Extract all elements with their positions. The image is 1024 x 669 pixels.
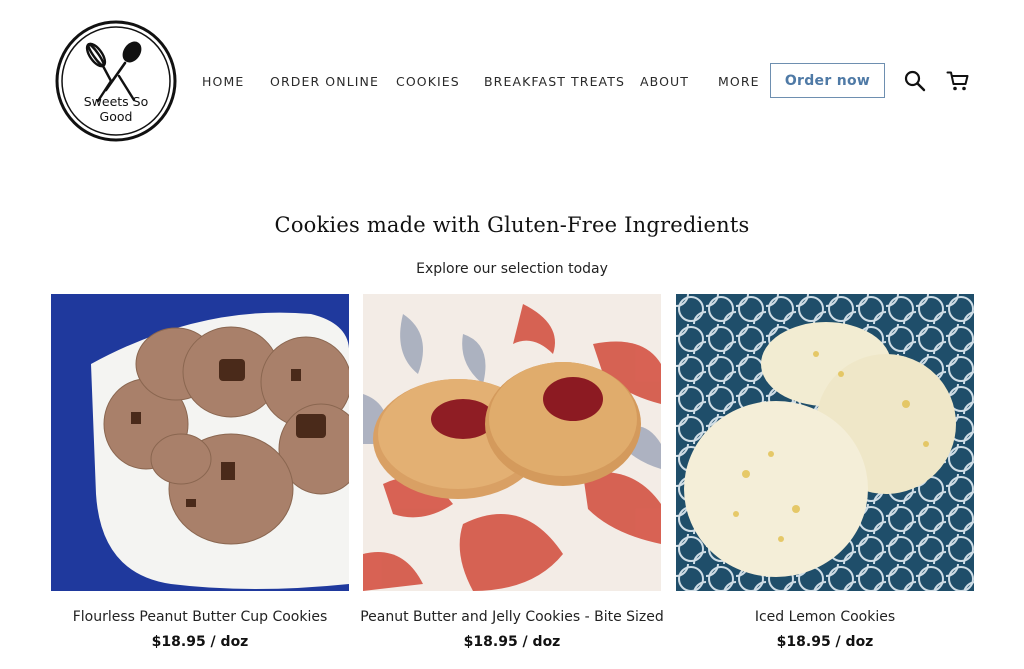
product-name[interactable]: Flourless Peanut Butter Cup Cookies: [41, 609, 359, 625]
site-logo[interactable]: Sweets So Good: [55, 20, 177, 142]
product-image-pb-and-jelly-cookies[interactable]: [363, 294, 661, 591]
product-price: $18.95 / doz: [776, 634, 874, 650]
nav-order-online[interactable]: ORDER ONLINE: [270, 74, 379, 89]
product-price: $18.95 / doz: [151, 634, 249, 650]
product-card[interactable]: Peanut Butter and Jelly Cookies - Bite S…: [360, 294, 664, 650]
product-image-iced-lemon-cookies[interactable]: [676, 294, 974, 591]
nav-about[interactable]: ABOUT: [640, 74, 689, 89]
logo-text-line1: Sweets So: [84, 94, 149, 109]
nav-more[interactable]: MORE: [718, 74, 760, 89]
product-name[interactable]: Peanut Butter and Jelly Cookies - Bite S…: [353, 609, 671, 625]
product-card[interactable]: Flourless Peanut Butter Cup Cookies $18.…: [51, 294, 349, 650]
product-name[interactable]: Iced Lemon Cookies: [666, 609, 984, 625]
nav-home[interactable]: HOME: [202, 74, 244, 89]
logo-text-line2: Good: [100, 109, 133, 124]
nav-cookies[interactable]: COOKIES: [396, 74, 460, 89]
page-title: Cookies made with Gluten-Free Ingredient…: [274, 213, 750, 237]
order-now-button[interactable]: Order now: [770, 63, 885, 98]
search-icon[interactable]: [903, 69, 927, 93]
cart-icon[interactable]: [946, 69, 970, 93]
product-image-peanut-butter-cup-cookies[interactable]: [51, 294, 349, 591]
product-card[interactable]: Iced Lemon Cookies $18.95 / doz: [676, 294, 974, 650]
page-subtitle: Explore our selection today: [416, 261, 608, 277]
nav-breakfast-treats[interactable]: BREAKFAST TREATS: [484, 74, 625, 89]
product-price: $18.95 / doz: [463, 634, 561, 650]
